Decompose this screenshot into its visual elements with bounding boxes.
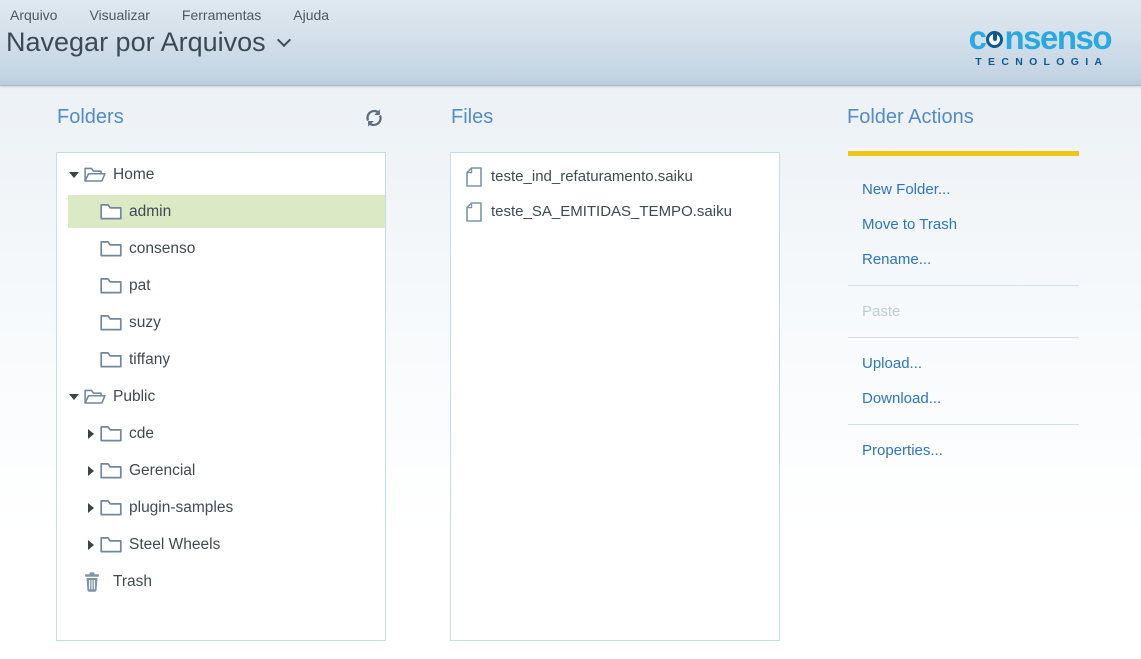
- file-name: teste_SA_EMITIDAS_TEMPO.saiku: [491, 203, 732, 220]
- tree-item-home[interactable]: Home: [68, 156, 385, 193]
- tree-item-label: tiffany: [129, 351, 170, 369]
- divider: [848, 424, 1079, 425]
- folder-open-icon: [84, 166, 106, 183]
- folder-closed-icon: [100, 351, 122, 368]
- tree-item-gerencial[interactable]: Gerencial: [68, 452, 385, 489]
- tree-item-label: Trash: [113, 573, 152, 591]
- caret-collapsed-icon[interactable]: [84, 466, 100, 476]
- action-properties[interactable]: Properties...: [848, 433, 1079, 468]
- action-new-folder[interactable]: New Folder...: [848, 172, 1079, 207]
- tree-item-label: pat: [129, 277, 151, 295]
- tree-item-admin[interactable]: admin: [68, 195, 385, 228]
- tree-item-consenso[interactable]: consenso: [68, 230, 385, 267]
- caret-collapsed-icon[interactable]: [84, 429, 100, 439]
- folder-closed-icon: [100, 240, 122, 257]
- folder-closed-icon: [100, 314, 122, 331]
- tree-item-label: consenso: [129, 240, 195, 258]
- tree-item-label: Public: [113, 388, 155, 406]
- menu-arquivo[interactable]: Arquivo: [8, 5, 59, 25]
- tree-item-label: Gerencial: [129, 462, 195, 480]
- file-list: teste_ind_refaturamento.saiku teste_SA_E…: [451, 153, 779, 229]
- tree-item-pat[interactable]: pat: [68, 267, 385, 304]
- tree-item-steel-wheels[interactable]: Steel Wheels: [68, 526, 385, 563]
- gauge-ring-icon: [986, 31, 1003, 48]
- caret-collapsed-icon[interactable]: [84, 540, 100, 550]
- folder-actions-title: Folder Actions: [847, 106, 974, 129]
- consenso-logo: cnsenso TECNOLOGIA: [969, 22, 1111, 68]
- divider: [848, 285, 1079, 286]
- app-header: Arquivo Visualizar Ferramentas Ajuda Nav…: [0, 0, 1141, 86]
- action-rename[interactable]: Rename...: [848, 242, 1079, 277]
- menubar: Arquivo Visualizar Ferramentas Ajuda: [8, 5, 331, 25]
- accent-bar: [848, 151, 1079, 156]
- menu-ajuda[interactable]: Ajuda: [291, 5, 331, 25]
- tree-item-label: admin: [129, 203, 171, 221]
- action-upload[interactable]: Upload...: [848, 346, 1079, 381]
- action-paste: Paste: [848, 294, 1079, 329]
- logo-tagline: TECNOLOGIA: [969, 56, 1111, 68]
- tree-item-public[interactable]: Public: [68, 378, 385, 415]
- caret-expanded-icon[interactable]: [68, 394, 84, 400]
- document-icon: [466, 167, 482, 187]
- file-name: teste_ind_refaturamento.saiku: [491, 168, 693, 185]
- folder-tree: Home admin consenso pat: [57, 153, 385, 600]
- folder-closed-icon: [100, 462, 122, 479]
- folder-actions-list: New Folder... Move to Trash Rename... Pa…: [848, 162, 1079, 468]
- tree-item-tiffany[interactable]: tiffany: [68, 341, 385, 378]
- action-move-to-trash[interactable]: Move to Trash: [848, 207, 1079, 242]
- tree-item-label: suzy: [129, 314, 161, 332]
- folders-tree-panel: Home admin consenso pat: [56, 152, 386, 641]
- files-panel: teste_ind_refaturamento.saiku teste_SA_E…: [450, 152, 780, 641]
- logo-brand-prefix: c: [969, 22, 986, 54]
- folder-closed-icon: [100, 499, 122, 516]
- tree-item-suzy[interactable]: suzy: [68, 304, 385, 341]
- folder-closed-icon: [100, 536, 122, 553]
- folder-open-icon: [84, 388, 106, 405]
- file-row[interactable]: teste_ind_refaturamento.saiku: [451, 159, 779, 194]
- menu-visualizar[interactable]: Visualizar: [87, 5, 151, 25]
- refresh-icon[interactable]: [362, 107, 386, 131]
- folder-closed-icon: [100, 425, 122, 442]
- tree-item-plugin-samples[interactable]: plugin-samples: [68, 489, 385, 526]
- logo-brand-suffix: nsenso: [1004, 22, 1111, 54]
- chevron-down-icon: [277, 32, 291, 46]
- folders-panel-title: Folders: [57, 106, 124, 129]
- divider: [848, 337, 1079, 338]
- page-title: Navegar por Arquivos: [6, 27, 266, 58]
- tree-item-label: cde: [129, 425, 154, 443]
- trash-can-icon: [84, 572, 106, 592]
- caret-expanded-icon[interactable]: [68, 172, 84, 178]
- folder-closed-icon: [100, 203, 122, 220]
- menu-ferramentas[interactable]: Ferramentas: [180, 5, 263, 25]
- action-download[interactable]: Download...: [848, 381, 1079, 416]
- folder-closed-icon: [100, 277, 122, 294]
- tree-item-label: Steel Wheels: [129, 536, 220, 554]
- tree-item-trash[interactable]: Trash: [68, 563, 385, 600]
- tree-item-cde[interactable]: cde: [68, 415, 385, 452]
- file-row[interactable]: teste_SA_EMITIDAS_TEMPO.saiku: [451, 194, 779, 229]
- files-panel-title: Files: [451, 106, 493, 129]
- tree-item-label: Home: [113, 166, 154, 184]
- page-title-dropdown[interactable]: Navegar por Arquivos: [6, 27, 289, 58]
- logo-brand: cnsenso: [969, 22, 1111, 54]
- document-icon: [466, 202, 482, 222]
- tree-item-label: plugin-samples: [129, 499, 233, 517]
- caret-collapsed-icon[interactable]: [84, 503, 100, 513]
